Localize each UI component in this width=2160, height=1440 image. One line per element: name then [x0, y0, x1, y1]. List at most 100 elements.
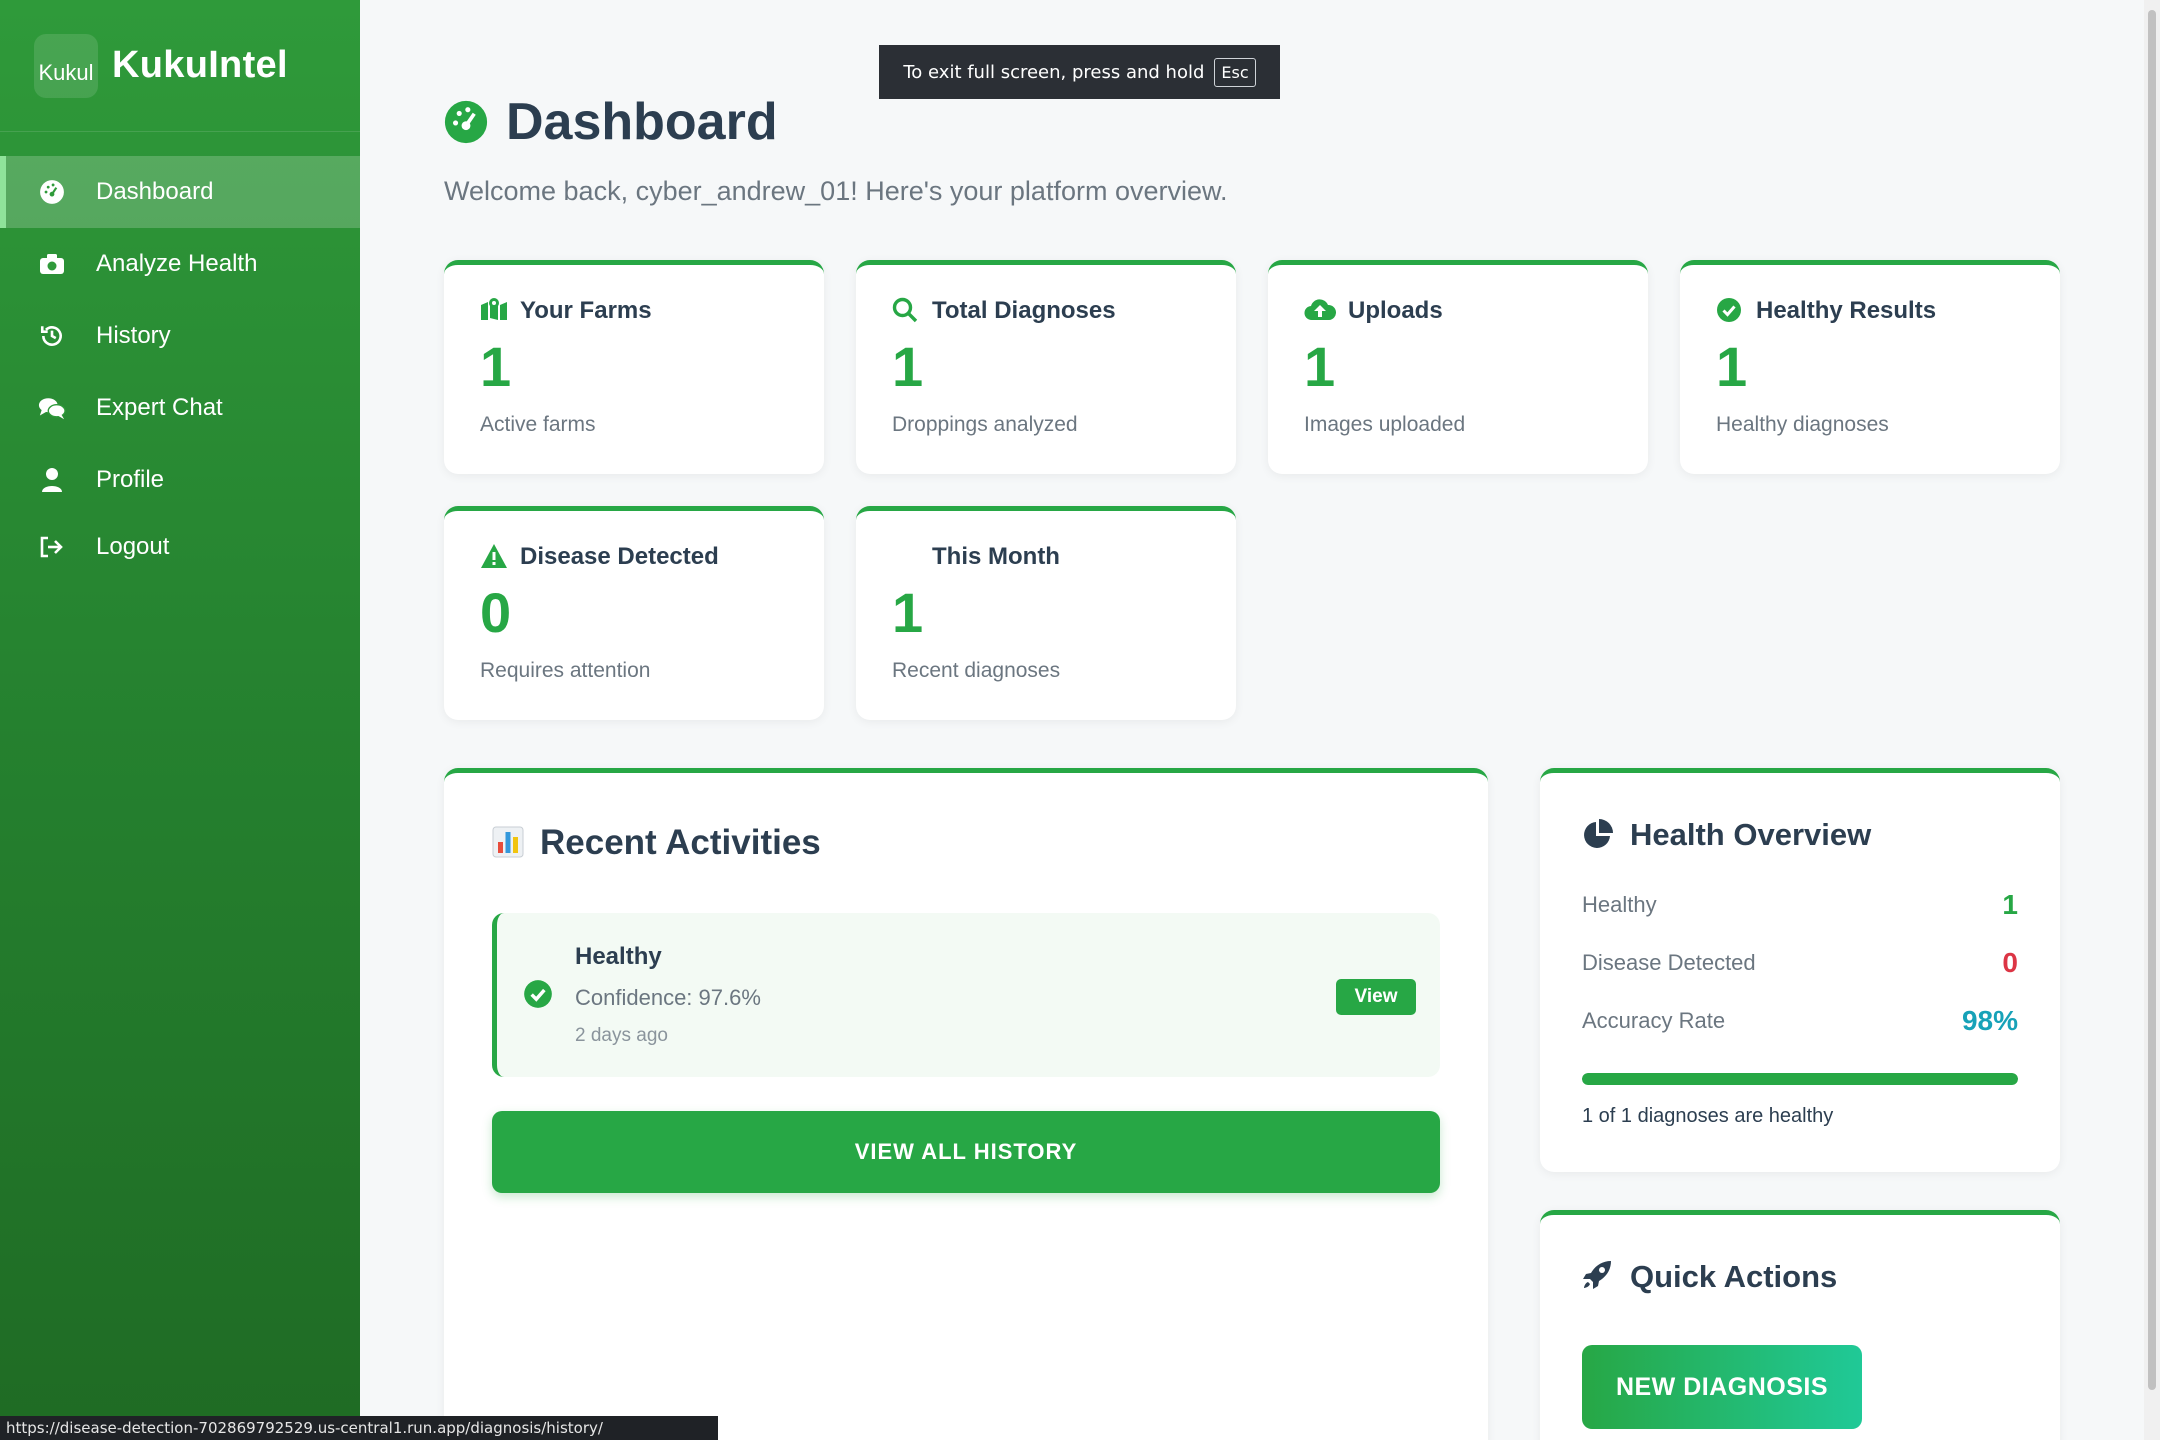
health-row-disease-detected: Disease Detected 0: [1582, 947, 2018, 979]
stat-card-title: Healthy Results: [1756, 297, 1937, 324]
stat-card-value: 1: [1716, 335, 1748, 398]
stat-card-value: 1: [892, 581, 924, 644]
stat-card-uploads: Uploads 1 Images uploaded: [1268, 260, 1648, 474]
bar-chart-icon: [492, 826, 526, 860]
stat-card-total-diagnoses: Total Diagnoses 1 Droppings analyzed: [856, 260, 1236, 474]
health-overview-title-text: Health Overview: [1630, 817, 1872, 852]
warning-icon: [480, 543, 508, 571]
activity-status: Healthy: [575, 943, 662, 970]
dashboard-icon: [38, 178, 66, 206]
activity-confidence: Confidence: 97.6%: [575, 985, 761, 1010]
esc-key: Esc: [1214, 57, 1256, 87]
health-overview-title: Health Overview: [1582, 817, 2018, 853]
activity-time: 2 days ago: [575, 1025, 668, 1046]
health-row-label: Healthy: [1582, 892, 1657, 917]
health-row-label: Accuracy Rate: [1582, 1008, 1726, 1033]
quick-actions-panel: Quick Actions NEW DIAGNOSIS: [1540, 1210, 2060, 1440]
sidebar-item-label: Logout: [96, 533, 170, 560]
new-diagnosis-button[interactable]: NEW DIAGNOSIS: [1582, 1345, 1862, 1429]
activity-item[interactable]: Healthy Confidence: 97.6% 2 days ago Vie…: [492, 913, 1440, 1077]
welcome-text: Welcome back, cyber_andrew_01! Here's yo…: [444, 176, 1228, 206]
sidebar-item-logout[interactable]: Logout: [0, 516, 360, 578]
healthy-progress-caption: 1 of 1 diagnoses are healthy: [1582, 1105, 1834, 1127]
pie-chart-icon: [1582, 818, 1616, 852]
check-circle-icon: [524, 980, 552, 1008]
stat-card-value: 1: [480, 335, 512, 398]
fullscreen-notice: To exit full screen, press and hold Esc: [879, 45, 1280, 99]
stat-card-header: Healthy Results: [1716, 297, 2024, 325]
sidebar-item-label: Profile: [96, 466, 165, 493]
stat-card-title: Disease Detected: [520, 543, 719, 570]
stat-card-title: Uploads: [1348, 297, 1443, 324]
health-row-healthy: Healthy 1: [1582, 889, 2018, 921]
stat-card-healthy-results: Healthy Results 1 Healthy diagnoses: [1680, 260, 2060, 474]
recent-activities-title: Recent Activities: [492, 823, 1440, 863]
stat-card-disease-detected: Disease Detected 0 Requires attention: [444, 506, 824, 720]
healthy-progress-bar: [1582, 1073, 2018, 1085]
healthy-progress-fill: [1582, 1073, 2018, 1085]
stat-card-title: Total Diagnoses: [932, 297, 1116, 324]
stat-card-title: This Month: [932, 543, 1060, 570]
view-all-history-button[interactable]: VIEW ALL HISTORY: [492, 1111, 1440, 1193]
status-bar-url: https://disease-detection-702869792529.u…: [0, 1416, 718, 1440]
stat-card-subtitle: Droppings analyzed: [892, 413, 1078, 436]
health-row-label: Disease Detected: [1582, 950, 1756, 975]
search-icon: [892, 297, 920, 325]
stat-card-subtitle: Active farms: [480, 413, 596, 436]
history-icon: [38, 322, 66, 350]
sidebar-nav: Dashboard Analyze Health History Expert …: [0, 156, 360, 578]
scrollbar-thumb[interactable]: [2148, 10, 2156, 1390]
stat-card-title: Your Farms: [520, 297, 652, 324]
stat-card-value: 0: [480, 581, 512, 644]
sidebar-item-label: Expert Chat: [96, 394, 223, 421]
health-overview-panel: Health Overview Healthy 1 Disease Detect…: [1540, 768, 2060, 1172]
check-circle-icon: [1716, 297, 1744, 325]
quick-actions-title: Quick Actions: [1582, 1259, 2018, 1295]
stat-card-subtitle: Recent diagnoses: [892, 659, 1061, 682]
sidebar-item-dashboard[interactable]: Dashboard: [0, 156, 360, 228]
stat-card-header: Disease Detected: [480, 543, 788, 571]
sidebar-item-label: Dashboard: [96, 178, 214, 205]
stat-card-farms: Your Farms 1 Active farms: [444, 260, 824, 474]
stat-card-value: 1: [1304, 335, 1336, 398]
user-icon: [38, 466, 66, 494]
map-icon: [480, 297, 508, 325]
sidebar-item-expert-chat[interactable]: Expert Chat: [0, 372, 360, 444]
sidebar-item-profile[interactable]: Profile: [0, 444, 360, 516]
sidebar: Kukul KukuIntel Dashboard Analyze Health…: [0, 0, 360, 1440]
stat-card-header: Total Diagnoses: [892, 297, 1200, 325]
recent-activities-title-text: Recent Activities: [540, 823, 821, 862]
stat-card-header: Uploads: [1304, 297, 1612, 325]
sidebar-item-label: Analyze Health: [96, 250, 258, 277]
fullscreen-notice-text: To exit full screen, press and hold: [903, 61, 1205, 83]
stat-card-subtitle: Images uploaded: [1304, 413, 1466, 436]
quick-actions-title-text: Quick Actions: [1630, 1259, 1838, 1294]
cloud-upload-icon: [1304, 297, 1336, 325]
rocket-icon: [1582, 1260, 1616, 1294]
stat-card-subtitle: Healthy diagnoses: [1716, 413, 1889, 436]
sidebar-item-history[interactable]: History: [0, 300, 360, 372]
health-row-value: 1: [2002, 889, 2018, 920]
stat-card-header: This Month: [892, 543, 1200, 571]
logout-icon: [38, 533, 66, 561]
dashboard-icon: [444, 100, 488, 144]
scrollbar[interactable]: [2144, 0, 2160, 1440]
calendar-icon: [892, 543, 920, 571]
chat-icon: [38, 394, 66, 422]
stat-card-subtitle: Requires attention: [480, 659, 651, 682]
brand[interactable]: Kukul KukuIntel: [0, 0, 360, 132]
view-button[interactable]: View: [1336, 979, 1416, 1015]
stat-card-header: Your Farms: [480, 297, 788, 325]
stat-card-this-month: This Month 1 Recent diagnoses: [856, 506, 1236, 720]
health-row-accuracy-rate: Accuracy Rate 98%: [1582, 1005, 2018, 1037]
page-title-text: Dashboard: [506, 93, 778, 151]
health-row-value: 98%: [1961, 1005, 2018, 1036]
sidebar-item-label: History: [96, 322, 171, 349]
recent-activities-panel: Recent Activities Healthy Confidence: 97…: [444, 768, 1488, 1440]
brand-name: KukuIntel: [112, 44, 288, 86]
camera-icon: [38, 250, 66, 278]
sidebar-item-analyze-health[interactable]: Analyze Health: [0, 228, 360, 300]
health-row-value: 0: [2002, 947, 2018, 978]
page-title: Dashboard: [444, 92, 778, 152]
brand-logo: Kukul: [34, 33, 98, 98]
